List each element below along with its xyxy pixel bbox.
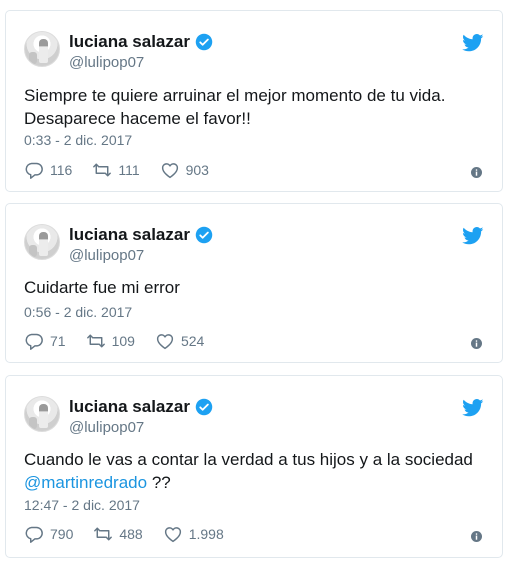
- retweet-count: 111: [118, 162, 140, 178]
- avatar[interactable]: [24, 396, 60, 432]
- retweet-count: 488: [119, 526, 143, 542]
- retweet-button[interactable]: 109: [86, 332, 135, 350]
- tweet-actions: 790 488 1.998: [24, 525, 244, 543]
- heart-icon: [161, 163, 178, 179]
- tweet-card[interactable]: luciana salazar @lulipop07 Cuando le vas…: [5, 375, 503, 558]
- author-row: luciana salazar: [69, 32, 213, 52]
- tweet-timestamp[interactable]: 0:33 - 2 dic. 2017: [24, 132, 132, 148]
- twitter-bird-icon[interactable]: [462, 34, 484, 52]
- like-button[interactable]: 524: [155, 332, 204, 350]
- like-button[interactable]: 1.998: [163, 525, 224, 543]
- tweet-card[interactable]: luciana salazar @lulipop07 Cuidarte fue …: [5, 203, 503, 363]
- like-count: 903: [185, 162, 209, 178]
- twitter-bird-icon[interactable]: [462, 399, 484, 417]
- reply-button[interactable]: 790: [24, 525, 73, 543]
- author-name[interactable]: luciana salazar: [69, 397, 190, 417]
- author-name[interactable]: luciana salazar: [69, 225, 190, 245]
- info-icon[interactable]: [471, 167, 482, 178]
- tweet-text-line: Desaparece haceme el favor!!: [24, 109, 251, 128]
- tweet-actions: 116 111 903: [24, 161, 229, 179]
- info-icon[interactable]: [471, 531, 482, 542]
- avatar[interactable]: [24, 224, 60, 260]
- like-count: 524: [180, 333, 205, 349]
- reply-icon: [25, 526, 43, 543]
- author-handle[interactable]: @lulipop07: [69, 247, 144, 264]
- reply-button[interactable]: 116: [24, 161, 72, 179]
- verified-badge-icon: [195, 398, 213, 416]
- retweet-button[interactable]: 488: [93, 525, 143, 543]
- reply-count: 71: [50, 333, 66, 349]
- avatar[interactable]: [24, 31, 60, 67]
- verified-badge-icon: [195, 226, 213, 244]
- retweet-icon: [93, 163, 112, 177]
- tweet-timestamp[interactable]: 12:47 - 2 dic. 2017: [24, 497, 140, 513]
- heart-icon: [164, 527, 181, 543]
- tweet-card[interactable]: luciana salazar @lulipop07 Siempre te qu…: [5, 10, 503, 192]
- author-row: luciana salazar: [69, 225, 213, 245]
- author-name[interactable]: luciana salazar: [69, 32, 190, 52]
- retweet-count: 109: [111, 333, 135, 349]
- info-icon[interactable]: [471, 338, 482, 349]
- author-row: luciana salazar: [69, 397, 213, 417]
- tweet-timestamp[interactable]: 0:56 - 2 dic. 2017: [24, 304, 132, 320]
- reply-count: 790: [50, 526, 74, 542]
- mention-link[interactable]: @martinredrado: [24, 473, 147, 492]
- retweet-icon: [86, 334, 105, 348]
- tweet-text-line: Siempre te quiere arruinar el mejor mome…: [24, 86, 446, 105]
- like-button[interactable]: 903: [160, 161, 209, 179]
- reply-icon: [25, 162, 43, 179]
- tweet-text: Cuando le vas a contar la verdad a tus h…: [24, 448, 494, 494]
- like-count: 1.998: [188, 526, 224, 542]
- twitter-bird-icon[interactable]: [462, 227, 484, 245]
- retweet-button[interactable]: 111: [92, 161, 140, 179]
- tweet-text: Siempre te quiere arruinar el mejor mome…: [24, 84, 494, 130]
- tweet-text: Cuidarte fue mi error: [24, 278, 180, 297]
- author-handle[interactable]: @lulipop07: [69, 419, 144, 436]
- tweet-text-suffix: ??: [147, 473, 171, 492]
- reply-icon: [25, 333, 43, 350]
- reply-count: 116: [50, 162, 73, 178]
- verified-badge-icon: [195, 33, 213, 51]
- heart-icon: [156, 334, 174, 350]
- tweet-actions: 71 109 524: [24, 332, 224, 350]
- reply-button[interactable]: 71: [24, 332, 66, 350]
- tweet-text-line: Cuando le vas a contar la verdad a tus h…: [24, 450, 473, 469]
- tweet-text-line: @martinredrado ??: [24, 471, 494, 494]
- retweet-icon: [94, 527, 113, 541]
- author-handle[interactable]: @lulipop07: [69, 54, 144, 71]
